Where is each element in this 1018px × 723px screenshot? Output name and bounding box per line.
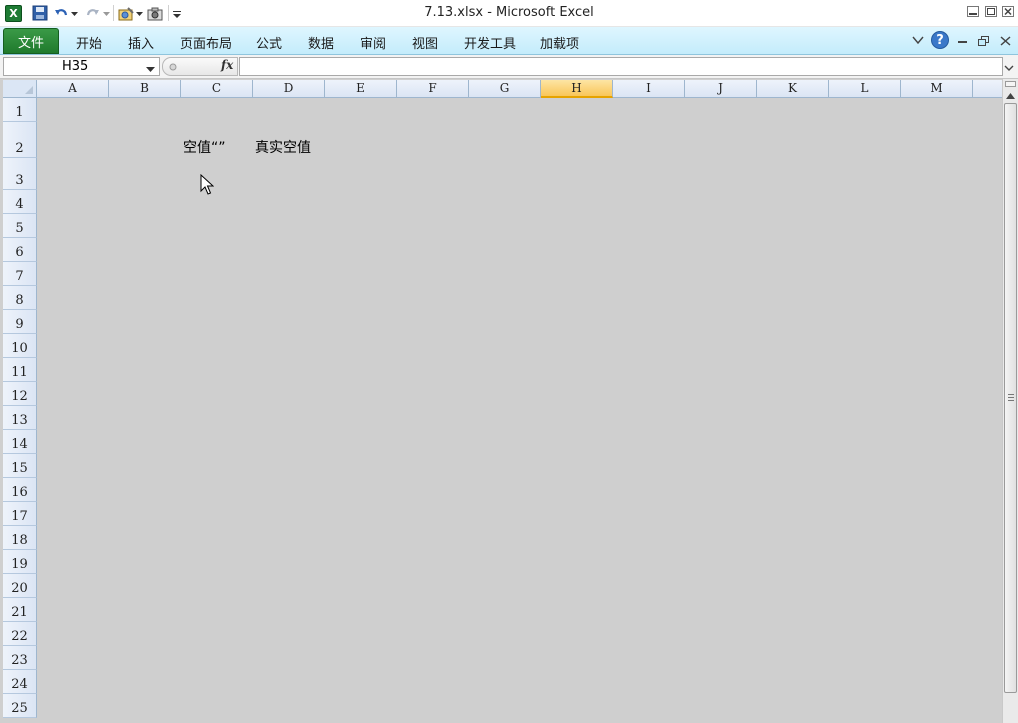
row-header-24[interactable]: 24 (3, 670, 37, 694)
redo-dropdown-icon[interactable] (102, 5, 110, 23)
column-header-f[interactable]: F (397, 80, 469, 98)
row-header-17[interactable]: 17 (3, 502, 37, 526)
column-header-h[interactable]: H (541, 80, 613, 98)
row-header-9[interactable]: 9 (3, 310, 37, 334)
window-minimize-icon[interactable] (967, 6, 979, 17)
split-box[interactable] (1005, 81, 1016, 87)
tab-formulas[interactable]: 公式 (256, 33, 282, 52)
tool-icon[interactable] (117, 5, 135, 23)
toolbar-separator (113, 5, 114, 21)
tab-view[interactable]: 视图 (412, 33, 438, 52)
column-header-overflow[interactable] (973, 80, 1002, 98)
row-header-3[interactable]: 3 (3, 158, 37, 190)
row-header-2[interactable]: 2 (3, 122, 37, 158)
row-header-10[interactable]: 10 (3, 334, 37, 358)
row-header-8[interactable]: 8 (3, 286, 37, 310)
row-header-12[interactable]: 12 (3, 382, 37, 406)
row-header-1[interactable]: 1 (3, 98, 37, 122)
tool-dropdown-icon[interactable] (135, 5, 143, 23)
row-header-4[interactable]: 4 (3, 190, 37, 214)
tab-data[interactable]: 数据 (308, 33, 334, 52)
row-header-21[interactable]: 21 (3, 598, 37, 622)
toolbar-separator (168, 5, 169, 21)
column-header-a[interactable]: A (37, 80, 109, 98)
grip-icon (1008, 394, 1014, 401)
workbook-close-icon[interactable] (1000, 35, 1011, 46)
formula-input[interactable] (239, 57, 1003, 76)
column-header-b[interactable]: B (109, 80, 181, 98)
insert-function-button[interactable]: fx (221, 58, 233, 72)
tab-file[interactable]: 文件 (3, 28, 59, 54)
column-header-k[interactable]: K (757, 80, 829, 98)
mouse-cursor-icon (200, 173, 215, 196)
tab-addins[interactable]: 加载项 (540, 33, 579, 52)
column-header-e[interactable]: E (325, 80, 397, 98)
column-header-g[interactable]: G (469, 80, 541, 98)
column-header-c[interactable]: C (181, 80, 253, 98)
tab-insert[interactable]: 插入 (128, 33, 154, 52)
row-header-19[interactable]: 19 (3, 550, 37, 574)
tab-developer[interactable]: 开发工具 (464, 33, 516, 52)
formula-buttons: fx (162, 57, 238, 76)
scroll-up-icon[interactable] (1004, 89, 1017, 102)
select-all-button[interactable] (3, 80, 37, 98)
name-box-dropdown-icon[interactable] (146, 62, 155, 72)
tab-page-layout[interactable]: 页面布局 (180, 33, 232, 52)
column-headers: ABCDEFGHIJKLM (37, 80, 1002, 98)
window-close-icon[interactable] (1002, 6, 1014, 17)
window-restore-icon[interactable] (985, 6, 997, 17)
camera-icon[interactable] (147, 5, 163, 23)
cell-c2[interactable]: 空值“” (183, 137, 226, 157)
workbook-minimize-icon[interactable] (957, 35, 968, 45)
row-header-23[interactable]: 23 (3, 646, 37, 670)
workbook-restore-icon[interactable] (978, 35, 989, 46)
column-header-d[interactable]: D (253, 80, 325, 98)
column-header-i[interactable]: I (613, 80, 685, 98)
title-bar: X 7.13.xlsx - Microsoft Excel (0, 0, 1018, 27)
scrollbar-thumb[interactable] (1004, 103, 1017, 693)
vertical-scrollbar[interactable] (1002, 79, 1018, 723)
row-header-5[interactable]: 5 (3, 214, 37, 238)
excel-icon[interactable]: X (5, 5, 22, 22)
formula-expand-dot-icon (168, 61, 178, 71)
tab-review[interactable]: 审阅 (360, 33, 386, 52)
row-header-15[interactable]: 15 (3, 454, 37, 478)
customize-icon[interactable] (172, 5, 182, 23)
formula-bar: H35 fx (0, 55, 1018, 79)
column-header-l[interactable]: L (829, 80, 901, 98)
save-icon[interactable] (32, 5, 48, 21)
row-header-25[interactable]: 25 (3, 694, 37, 718)
row-header-20[interactable]: 20 (3, 574, 37, 598)
worksheet-grid[interactable]: ABCDEFGHIJKLM 1 2 3 4 5 6 7 8 9 10 11 12 13 14 15 16 17 1… (0, 79, 1002, 723)
row-header-14[interactable]: 14 (3, 430, 37, 454)
redo-icon[interactable] (86, 5, 100, 23)
undo-dropdown-icon[interactable] (70, 5, 78, 23)
row-header-22[interactable]: 22 (3, 622, 37, 646)
row-header-18[interactable]: 18 (3, 526, 37, 550)
row-header-7[interactable]: 7 (3, 262, 37, 286)
name-box[interactable]: H35 (3, 57, 160, 76)
row-header-16[interactable]: 16 (3, 478, 37, 502)
ribbon-collapse-icon[interactable] (912, 34, 924, 46)
undo-icon[interactable] (54, 5, 68, 23)
column-header-m[interactable]: M (901, 80, 973, 98)
row-header-13[interactable]: 13 (3, 406, 37, 430)
tab-home[interactable]: 开始 (76, 33, 102, 52)
formula-bar-expand-icon[interactable] (1004, 61, 1014, 71)
column-header-j[interactable]: J (685, 80, 757, 98)
row-header-11[interactable]: 11 (3, 358, 37, 382)
row-header-6[interactable]: 6 (3, 238, 37, 262)
cell-d2[interactable]: 真实空值 (255, 137, 311, 157)
ribbon-tab-bar: 文件 开始 插入 页面布局 公式 数据 审阅 视图 开发工具 加载项 ? (0, 27, 1018, 55)
help-icon[interactable]: ? (931, 31, 949, 49)
